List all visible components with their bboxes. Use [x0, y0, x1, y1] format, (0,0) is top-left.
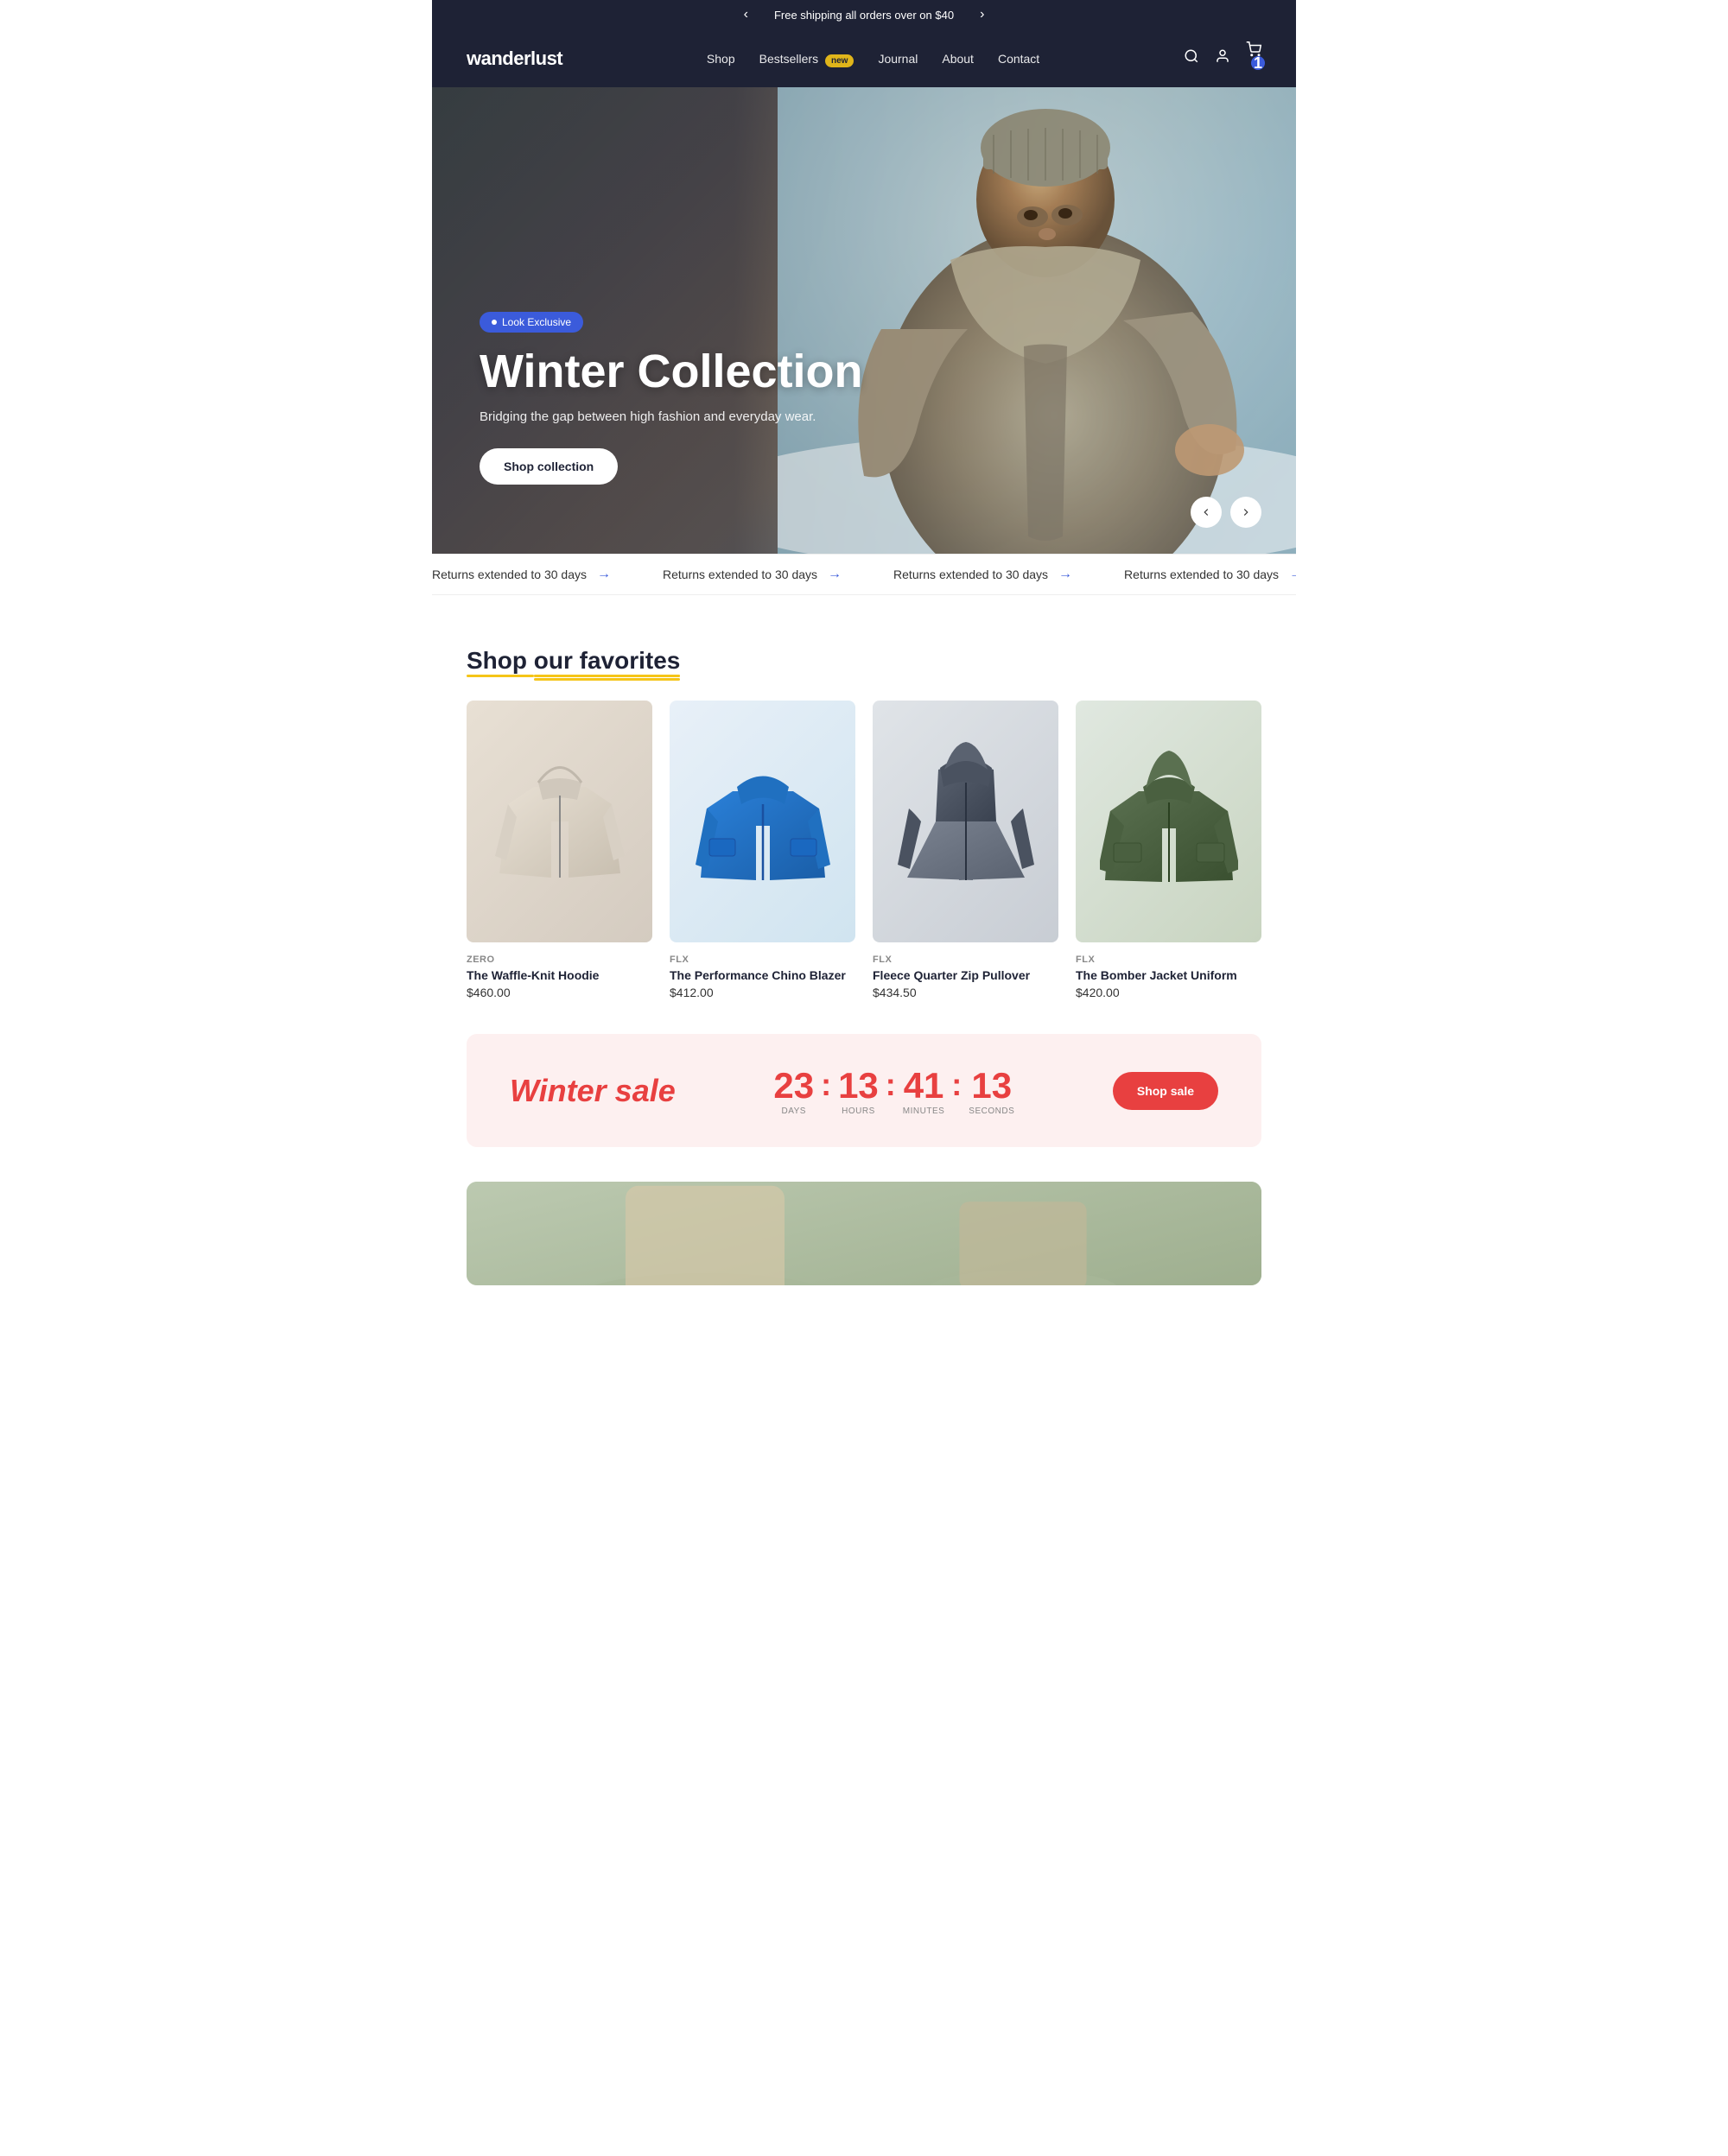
product-price-1: $460.00 [467, 986, 652, 999]
product-brand-3: FLX [873, 954, 1058, 965]
user-icon[interactable] [1215, 48, 1230, 68]
product-card-1[interactable]: ZERO The Waffle-Knit Hoodie $460.00 [467, 701, 652, 999]
ticker-arrow-3: → [1058, 567, 1072, 582]
product-brand-4: FLX [1076, 954, 1261, 965]
shop-favorites-section: Shop our favorites [432, 595, 1296, 1034]
announcement-prev-button[interactable]: ‹ [735, 7, 757, 22]
badge-dot [492, 320, 497, 325]
ticker-item: Returns extended to 30 days → [1124, 567, 1296, 582]
days-label: DAYS [773, 1107, 814, 1116]
countdown-days: 23 DAYS [773, 1065, 814, 1116]
product-image-2 [670, 701, 855, 942]
logo[interactable]: wanderlust [467, 48, 562, 70]
hero-prev-button[interactable] [1191, 497, 1222, 528]
hero-content: Look Exclusive Winter Collection Bridgin… [480, 312, 863, 485]
sale-title: Winter sale [510, 1073, 676, 1109]
countdown: 23 DAYS : 13 HOURS : 41 MINUTES : 13 SEC… [773, 1065, 1014, 1116]
ticker-item: Returns extended to 30 days → [432, 567, 611, 582]
product-name-3: Fleece Quarter Zip Pullover [873, 968, 1058, 982]
products-grid: ZERO The Waffle-Knit Hoodie $460.00 [467, 701, 1261, 999]
announcement-bar: ‹ Free shipping all orders over on $40 › [432, 0, 1296, 29]
nav-item-bestsellers[interactable]: Bestsellers new [759, 52, 854, 66]
section-title-prefix: Shop [467, 647, 534, 674]
seconds-label: SECONDS [969, 1107, 1014, 1116]
shop-sale-button[interactable]: Shop sale [1113, 1072, 1218, 1110]
product-name-4: The Bomber Jacket Uniform [1076, 968, 1261, 982]
separator-1: : [821, 1067, 831, 1115]
ticker-text-3: Returns extended to 30 days [893, 568, 1048, 581]
product-name-1: The Waffle-Knit Hoodie [467, 968, 652, 982]
ticker-arrow-4: → [1289, 567, 1296, 582]
product-image-4 [1076, 701, 1261, 942]
product-price-4: $420.00 [1076, 986, 1261, 999]
product-brand-1: ZERO [467, 954, 652, 965]
header-icons: 1 [1184, 41, 1261, 75]
cart-icon[interactable]: 1 [1246, 41, 1261, 75]
jacket-illustration-1 [491, 735, 629, 908]
ticker-item: Returns extended to 30 days → [893, 567, 1072, 582]
header: wanderlust Shop Bestsellers new Journal … [432, 29, 1296, 87]
ticker-bar: Returns extended to 30 days → Returns ex… [432, 554, 1296, 595]
hero-next-button[interactable] [1230, 497, 1261, 528]
bottom-preview-section [467, 1182, 1261, 1285]
nav-item-shop[interactable]: Shop [707, 52, 735, 66]
ticker-text-1: Returns extended to 30 days [432, 568, 587, 581]
product-name-2: The Performance Chino Blazer [670, 968, 855, 982]
hero-section: Look Exclusive Winter Collection Bridgin… [432, 87, 1296, 554]
hours-number: 13 [838, 1065, 879, 1107]
product-image-3 [873, 701, 1058, 942]
hero-badge-text: Look Exclusive [502, 316, 571, 328]
product-price-3: $434.50 [873, 986, 1058, 999]
product-brand-2: FLX [670, 954, 855, 965]
countdown-minutes: 41 MINUTES [903, 1065, 945, 1116]
nav-item-journal[interactable]: Journal [878, 52, 918, 66]
hours-label: HOURS [838, 1107, 879, 1116]
countdown-hours: 13 HOURS [838, 1065, 879, 1116]
bottom-preview-image [467, 1182, 1261, 1285]
hero-cta-button[interactable]: Shop collection [480, 448, 618, 485]
nav-item-contact[interactable]: Contact [998, 52, 1039, 66]
days-number: 23 [773, 1065, 814, 1107]
ticker-arrow-1: → [597, 567, 611, 582]
nav: Shop Bestsellers new Journal About Conta… [707, 52, 1039, 66]
hero-badge: Look Exclusive [480, 312, 583, 333]
ticker-text-4: Returns extended to 30 days [1124, 568, 1279, 581]
hero-subtext: Bridging the gap between high fashion an… [480, 409, 863, 424]
product-card-3[interactable]: FLX Fleece Quarter Zip Pullover $434.50 [873, 701, 1058, 999]
nav-item-about[interactable]: About [942, 52, 974, 66]
jacket-illustration-2 [694, 735, 832, 908]
separator-2: : [886, 1067, 896, 1115]
ticker-text-2: Returns extended to 30 days [663, 568, 817, 581]
ticker-inner: Returns extended to 30 days → Returns ex… [432, 567, 1296, 582]
ticker-item: Returns extended to 30 days → [663, 567, 842, 582]
hero-navigation [1191, 497, 1261, 528]
jacket-illustration-4 [1100, 735, 1238, 908]
minutes-label: MINUTES [903, 1107, 945, 1116]
separator-3: : [951, 1067, 962, 1115]
minutes-number: 41 [903, 1065, 945, 1107]
product-price-2: $412.00 [670, 986, 855, 999]
product-card-2[interactable]: FLX The Performance Chino Blazer $412.00 [670, 701, 855, 999]
product-card-4[interactable]: FLX The Bomber Jacket Uniform $420.00 [1076, 701, 1261, 999]
ticker-arrow-2: → [828, 567, 842, 582]
search-icon[interactable] [1184, 48, 1199, 68]
jacket-illustration-3 [897, 735, 1035, 908]
announcement-next-button[interactable]: › [971, 7, 993, 22]
product-image-1 [467, 701, 652, 942]
announcement-text: Free shipping all orders over on $40 [774, 9, 954, 22]
section-title: Shop our favorites [467, 647, 680, 675]
countdown-seconds: 13 SECONDS [969, 1065, 1014, 1116]
section-title-highlight: our favorites [534, 647, 681, 674]
cart-count: 1 [1251, 56, 1265, 70]
seconds-number: 13 [969, 1065, 1014, 1107]
sale-banner: Winter sale 23 DAYS : 13 HOURS : 41 MINU… [467, 1034, 1261, 1147]
new-badge: new [825, 54, 854, 67]
hero-heading: Winter Collection [480, 346, 863, 397]
